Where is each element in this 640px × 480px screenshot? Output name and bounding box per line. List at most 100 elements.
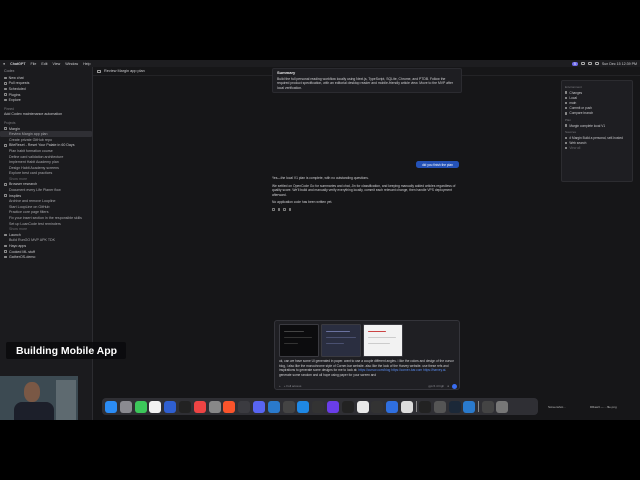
thread-item[interactable]: Fix your insert section in the responsib… bbox=[0, 215, 92, 221]
desktop-file[interactable]: DRaw3 — ...file.png bbox=[590, 405, 617, 409]
thumbs-down-icon[interactable] bbox=[283, 207, 286, 211]
dock-separator bbox=[415, 401, 417, 412]
model-selector[interactable]: gpt-5.4 high bbox=[428, 384, 444, 389]
chatgpt-icon[interactable] bbox=[356, 400, 369, 413]
battery-icon[interactable] bbox=[580, 62, 585, 65]
reply-actions bbox=[272, 207, 462, 211]
thumbnail-content bbox=[326, 331, 350, 333]
folder-icon bbox=[4, 256, 7, 259]
compose-icon bbox=[4, 76, 7, 80]
cursor-icon[interactable] bbox=[341, 400, 354, 413]
diff-icon bbox=[565, 91, 568, 94]
laptop-icon bbox=[565, 96, 568, 99]
view-all-link[interactable]: View all bbox=[565, 146, 629, 151]
globe-icon bbox=[565, 141, 568, 145]
composer-input[interactable]: ok, can we have some UI generated in pap… bbox=[279, 359, 457, 377]
plugin-icon bbox=[4, 93, 7, 96]
reply-paragraph: We settled on OpenCode Go for summaries … bbox=[272, 183, 456, 197]
workspace-switcher[interactable]: Codex bbox=[4, 69, 14, 73]
microphone-icon[interactable]: ● bbox=[447, 384, 449, 389]
panel-item-compare[interactable]: Compare branch bbox=[565, 111, 629, 116]
user-message: did you finish the plan bbox=[416, 161, 459, 168]
simulator-icon[interactable] bbox=[297, 400, 310, 413]
thumbnail-content bbox=[368, 337, 396, 339]
folder-icon bbox=[4, 183, 7, 186]
menu-edit[interactable]: Edit bbox=[41, 62, 47, 66]
xcode-icon[interactable] bbox=[282, 400, 295, 413]
menu-file[interactable]: File bbox=[31, 62, 37, 66]
activity-monitor-icon[interactable] bbox=[178, 400, 191, 413]
menu-help[interactable]: Help bbox=[83, 62, 90, 66]
sources-heading: Sources bbox=[565, 130, 577, 135]
thumbs-up-icon[interactable] bbox=[277, 207, 281, 211]
thread-title: Review Margin app plan bbox=[104, 69, 145, 73]
folder-icon bbox=[4, 194, 7, 197]
notes-icon[interactable] bbox=[164, 400, 177, 413]
send-button[interactable] bbox=[452, 383, 457, 389]
app-icon[interactable] bbox=[419, 400, 432, 413]
more-icon[interactable] bbox=[288, 207, 292, 211]
project-gatheros[interactable]: GatherOS-demo bbox=[0, 254, 92, 260]
attachment-thumbnail[interactable] bbox=[363, 324, 403, 357]
clock[interactable]: Sun Dec 15 12:39 PM bbox=[602, 62, 637, 66]
clock-icon bbox=[4, 87, 7, 91]
chrome-icon[interactable] bbox=[193, 400, 206, 413]
attachment-thumbnail[interactable] bbox=[279, 324, 319, 357]
context-panel: Environment Changes Local main Commit or… bbox=[561, 80, 633, 182]
panel-item-source[interactable]: # Margin Build a personal, self-hosted bbox=[565, 135, 629, 140]
document-icon bbox=[565, 136, 568, 139]
thumbnail-content bbox=[326, 337, 356, 339]
menu-view[interactable]: View bbox=[53, 62, 61, 66]
copy-icon[interactable] bbox=[272, 207, 275, 211]
plan-heading: Plan bbox=[565, 117, 572, 122]
vscode-icon[interactable] bbox=[267, 400, 280, 413]
trash-icon[interactable] bbox=[496, 400, 509, 413]
app-icon[interactable] bbox=[400, 400, 413, 413]
desktop-files: Screenshot... DRaw3 — ...file.png bbox=[548, 397, 638, 417]
sidebar-toggle-icon[interactable] bbox=[97, 69, 101, 73]
discord-icon[interactable] bbox=[252, 400, 265, 413]
pinned-item[interactable]: Add Codex maintenance automation bbox=[0, 112, 92, 118]
attachment-thumbnail[interactable] bbox=[321, 324, 361, 357]
app-icon[interactable] bbox=[433, 400, 446, 413]
dock bbox=[102, 398, 538, 415]
reply-paragraph: Yes—the local V1 plan is complete, with … bbox=[272, 176, 369, 180]
webcam-background bbox=[56, 380, 76, 420]
desktop-file[interactable]: Screenshot... bbox=[548, 405, 566, 409]
status-badge[interactable]: 5 bbox=[572, 61, 578, 66]
app-icon[interactable] bbox=[371, 400, 384, 413]
steam-icon[interactable] bbox=[448, 400, 461, 413]
summary-text: Build the full personal reading workflow… bbox=[277, 76, 453, 90]
app-icon[interactable] bbox=[386, 400, 399, 413]
launchpad-icon[interactable] bbox=[119, 400, 132, 413]
thumbnail-content bbox=[368, 331, 386, 333]
downloads-icon[interactable] bbox=[481, 400, 494, 413]
dock-separator bbox=[478, 401, 479, 412]
menubar-app-name[interactable]: ChatGPT bbox=[10, 62, 25, 66]
vscode-icon[interactable] bbox=[463, 400, 476, 413]
panel-item-plan[interactable]: Margin complete local V1 bbox=[565, 123, 629, 128]
composer[interactable]: ok, can we have some UI generated in pap… bbox=[274, 320, 460, 390]
menu-window[interactable]: Window bbox=[65, 62, 78, 66]
environment-heading: Environment bbox=[565, 85, 582, 89]
folder-icon bbox=[4, 244, 7, 248]
terminal-icon[interactable] bbox=[238, 400, 251, 413]
thumbnail-content bbox=[368, 343, 390, 345]
attach-icon[interactable]: + bbox=[279, 384, 281, 389]
apple-icon[interactable]: ● bbox=[3, 62, 5, 66]
composer-link[interactable]: https://cursor.com/blog https://corner-b… bbox=[358, 368, 445, 372]
calendar-icon[interactable] bbox=[149, 400, 162, 413]
messages-icon[interactable] bbox=[134, 400, 147, 413]
brave-icon[interactable] bbox=[223, 400, 236, 413]
thumbnail-content bbox=[284, 337, 312, 339]
search-icon[interactable] bbox=[594, 62, 599, 65]
finder-icon[interactable] bbox=[105, 400, 117, 413]
list-icon bbox=[565, 146, 568, 150]
app-icon[interactable] bbox=[312, 400, 325, 413]
settings-icon[interactable] bbox=[208, 400, 221, 413]
sidebar-item-explore[interactable]: Explore bbox=[0, 97, 92, 103]
wifi-icon[interactable] bbox=[587, 62, 592, 65]
obsidian-icon[interactable] bbox=[326, 400, 339, 413]
access-mode-selector[interactable]: + Full access bbox=[284, 384, 302, 389]
thumbnail-content bbox=[284, 331, 304, 333]
